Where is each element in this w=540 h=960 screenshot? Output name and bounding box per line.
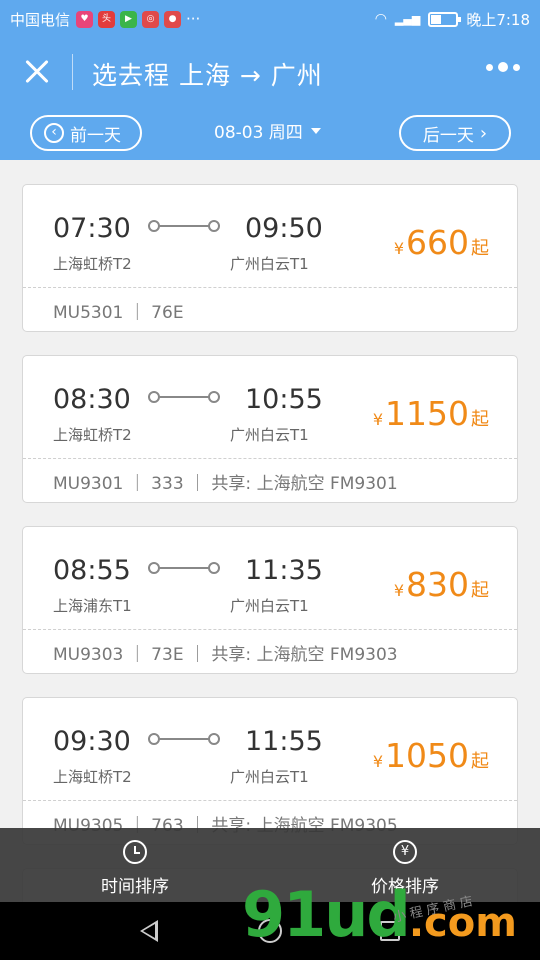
flight-card[interactable]: 07:30 09:50 上海虹桥T2 广州白云T1 ¥ 660 起 MU5301… xyxy=(22,184,518,332)
card-divider xyxy=(23,458,517,459)
chevron-down-icon xyxy=(310,127,321,134)
arrival-time: 10:55 xyxy=(245,384,323,415)
flight-card[interactable]: 09:30 11:55 上海虹桥T2 广州白云T1 ¥ 1050 起 MU930… xyxy=(22,697,518,845)
departure-time: 07:30 xyxy=(53,213,131,244)
arrival-airport: 广州白云T1 xyxy=(230,255,309,273)
more-notifications: ··· xyxy=(186,10,201,28)
yen-icon: ¥ xyxy=(393,840,417,864)
prev-day-label: 前一天 xyxy=(70,125,121,146)
flight-price: ¥ 1050 起 xyxy=(372,736,489,775)
heart-app-icon: ♥ xyxy=(76,10,94,28)
departure-time: 09:30 xyxy=(53,726,131,757)
page-title: 选去程 上海 → 广州 xyxy=(92,61,323,90)
arrival-airport: 广州白云T1 xyxy=(230,768,309,786)
flight-price: ¥ 1150 起 xyxy=(372,394,489,433)
card-divider xyxy=(23,800,517,801)
arrival-time: 11:35 xyxy=(245,555,323,586)
departure-airport: 上海虹桥T2 xyxy=(53,768,132,786)
header-divider xyxy=(72,54,73,90)
departure-airport: 上海虹桥T2 xyxy=(53,426,132,444)
departure-time: 08:30 xyxy=(53,384,131,415)
flight-info: MU5301 ｜ 76E xyxy=(53,303,184,323)
clock-icon xyxy=(123,840,147,864)
card-divider xyxy=(23,629,517,630)
flight-card[interactable]: 08:55 11:35 上海浦东T1 广州白云T1 ¥ 830 起 MU9303… xyxy=(22,526,518,674)
wifi-icon: ◠ xyxy=(374,11,387,27)
next-day-button[interactable]: 后一天 › xyxy=(399,115,511,151)
route-line xyxy=(148,220,220,232)
route-line xyxy=(148,391,220,403)
prev-day-button[interactable]: ‹ 前一天 xyxy=(30,115,142,151)
arrow-left-icon: ‹ xyxy=(44,123,64,143)
date-label: 08-03 周四 xyxy=(214,123,303,143)
flight-price: ¥ 830 起 xyxy=(393,565,489,604)
arrow-right-icon: › xyxy=(479,122,488,144)
flight-price: ¥ 660 起 xyxy=(393,223,489,262)
time-sort-button[interactable]: 时间排序 xyxy=(0,828,270,902)
app-header: 选去程 上海 → 广州 ‹ 前一天 08-03 周四 后一天 › xyxy=(0,38,540,160)
departure-airport: 上海浦东T1 xyxy=(53,597,132,615)
route-line xyxy=(148,562,220,574)
arrival-airport: 广州白云T1 xyxy=(230,426,309,444)
video-app-icon: ▶ xyxy=(120,10,138,28)
card-divider xyxy=(23,287,517,288)
flight-info: MU9303 ｜ 73E ｜ 共享: 上海航空 FM9303 xyxy=(53,645,398,665)
flight-card[interactable]: 08:30 10:55 上海虹桥T2 广州白云T1 ¥ 1150 起 MU930… xyxy=(22,355,518,503)
map-app-icon: ● xyxy=(164,10,182,28)
status-bar: 中国电信 ♥ 头 ▶ ◎ ● ··· ◠ ▂▄▆ 晚上7:18 xyxy=(0,0,540,38)
next-day-label: 后一天 xyxy=(422,125,474,146)
time-sort-label: 时间排序 xyxy=(101,877,169,897)
back-icon[interactable] xyxy=(140,920,158,942)
close-icon[interactable] xyxy=(18,52,58,92)
arrival-time: 11:55 xyxy=(245,726,323,757)
clock-time: 晚上7:18 xyxy=(466,10,530,29)
date-selector[interactable]: 08-03 周四 xyxy=(214,118,321,143)
weibo-app-icon: ◎ xyxy=(142,10,160,28)
battery-icon xyxy=(428,11,462,27)
flight-info: MU9301 ｜ 333 ｜ 共享: 上海航空 FM9301 xyxy=(53,474,398,494)
arrival-airport: 广州白云T1 xyxy=(230,597,309,615)
departure-airport: 上海虹桥T2 xyxy=(53,255,132,273)
departure-time: 08:55 xyxy=(53,555,131,586)
watermark-logo: 91ud.com xyxy=(242,878,517,951)
news-app-icon: 头 xyxy=(98,10,116,28)
carrier-name: 中国电信 xyxy=(10,10,71,29)
more-options-icon[interactable] xyxy=(486,62,520,72)
signal-icon: ▂▄▆ xyxy=(394,12,421,26)
arrival-time: 09:50 xyxy=(245,213,323,244)
route-line xyxy=(148,733,220,745)
